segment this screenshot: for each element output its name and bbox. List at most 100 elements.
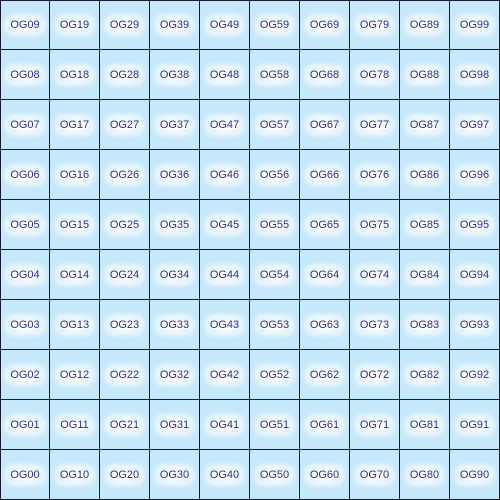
map-tile[interactable]: OG31 — [150, 400, 200, 450]
map-tile[interactable]: OG84 — [400, 250, 450, 300]
map-tile[interactable]: OG20 — [100, 450, 150, 500]
map-tile[interactable]: OG98 — [450, 50, 500, 100]
map-tile[interactable]: OG64 — [300, 250, 350, 300]
map-tile[interactable]: OG12 — [50, 350, 100, 400]
map-tile[interactable]: OG72 — [350, 350, 400, 400]
map-tile[interactable]: OG21 — [100, 400, 150, 450]
map-tile[interactable]: OG57 — [250, 100, 300, 150]
map-tile[interactable]: OG66 — [300, 150, 350, 200]
map-tile[interactable]: OG73 — [350, 300, 400, 350]
map-tile[interactable]: OG60 — [300, 450, 350, 500]
map-tile[interactable]: OG83 — [400, 300, 450, 350]
map-tile[interactable]: OG43 — [200, 300, 250, 350]
map-tile[interactable]: OG39 — [150, 0, 200, 50]
map-tile[interactable]: OG78 — [350, 50, 400, 100]
map-tile[interactable]: OG71 — [350, 400, 400, 450]
map-tile[interactable]: OG68 — [300, 50, 350, 100]
map-tile[interactable]: OG44 — [200, 250, 250, 300]
map-tile[interactable]: OG42 — [200, 350, 250, 400]
map-tile[interactable]: OG36 — [150, 150, 200, 200]
map-tile[interactable]: OG50 — [250, 450, 300, 500]
map-tile[interactable]: OG88 — [400, 50, 450, 100]
map-tile[interactable]: OG16 — [50, 150, 100, 200]
map-tile[interactable]: OG35 — [150, 200, 200, 250]
map-tile[interactable]: OG81 — [400, 400, 450, 450]
map-tile[interactable]: OG03 — [0, 300, 50, 350]
map-tile[interactable]: OG55 — [250, 200, 300, 250]
map-tile[interactable]: OG08 — [0, 50, 50, 100]
map-tile[interactable]: OG45 — [200, 200, 250, 250]
map-tile[interactable]: OG00 — [0, 450, 50, 500]
map-tile[interactable]: OG22 — [100, 350, 150, 400]
map-tile[interactable]: OG91 — [450, 400, 500, 450]
map-tile[interactable]: OG85 — [400, 200, 450, 250]
map-tile[interactable]: OG09 — [0, 0, 50, 50]
map-tile[interactable]: OG89 — [400, 0, 450, 50]
map-tile[interactable]: OG26 — [100, 150, 150, 200]
map-tile[interactable]: OG61 — [300, 400, 350, 450]
map-tile[interactable]: OG80 — [400, 450, 450, 500]
map-tile[interactable]: OG56 — [250, 150, 300, 200]
map-tile[interactable]: OG90 — [450, 450, 500, 500]
map-tile[interactable]: OG86 — [400, 150, 450, 200]
map-tile[interactable]: OG82 — [400, 350, 450, 400]
map-tile[interactable]: OG19 — [50, 0, 100, 50]
map-tile[interactable]: OG97 — [450, 100, 500, 150]
map-tile[interactable]: OG69 — [300, 0, 350, 50]
map-tile[interactable]: OG94 — [450, 250, 500, 300]
map-tile[interactable]: OG37 — [150, 100, 200, 150]
map-tile[interactable]: OG59 — [250, 0, 300, 50]
map-tile[interactable]: OG70 — [350, 450, 400, 500]
map-tile[interactable]: OG77 — [350, 100, 400, 150]
map-tile[interactable]: OG40 — [200, 450, 250, 500]
map-tile[interactable]: OG54 — [250, 250, 300, 300]
map-tile[interactable]: OG87 — [400, 100, 450, 150]
map-tile[interactable]: OG15 — [50, 200, 100, 250]
map-tile[interactable]: OG07 — [0, 100, 50, 150]
map-tile[interactable]: OG10 — [50, 450, 100, 500]
map-tile[interactable]: OG92 — [450, 350, 500, 400]
map-tile[interactable]: OG74 — [350, 250, 400, 300]
map-tile[interactable]: OG47 — [200, 100, 250, 150]
map-tile[interactable]: OG53 — [250, 300, 300, 350]
map-tile[interactable]: OG38 — [150, 50, 200, 100]
map-tile[interactable]: OG99 — [450, 0, 500, 50]
map-tile[interactable]: OG24 — [100, 250, 150, 300]
map-tile[interactable]: OG04 — [0, 250, 50, 300]
map-tile[interactable]: OG49 — [200, 0, 250, 50]
map-tile[interactable]: OG25 — [100, 200, 150, 250]
map-tile[interactable]: OG06 — [0, 150, 50, 200]
map-tile[interactable]: OG51 — [250, 400, 300, 450]
map-tile[interactable]: OG32 — [150, 350, 200, 400]
map-tile[interactable]: OG33 — [150, 300, 200, 350]
map-tile[interactable]: OG17 — [50, 100, 100, 150]
map-tile[interactable]: OG29 — [100, 0, 150, 50]
map-tile[interactable]: OG23 — [100, 300, 150, 350]
map-tile[interactable]: OG67 — [300, 100, 350, 150]
map-tile[interactable]: OG58 — [250, 50, 300, 100]
map-tile[interactable]: OG02 — [0, 350, 50, 400]
map-tile[interactable]: OG28 — [100, 50, 150, 100]
map-tile[interactable]: OG93 — [450, 300, 500, 350]
map-tile[interactable]: OG79 — [350, 0, 400, 50]
map-tile[interactable]: OG95 — [450, 200, 500, 250]
map-tile[interactable]: OG27 — [100, 100, 150, 150]
map-tile[interactable]: OG96 — [450, 150, 500, 200]
map-tile[interactable]: OG76 — [350, 150, 400, 200]
map-tile[interactable]: OG18 — [50, 50, 100, 100]
map-tile[interactable]: OG52 — [250, 350, 300, 400]
map-tile[interactable]: OG34 — [150, 250, 200, 300]
map-tile[interactable]: OG75 — [350, 200, 400, 250]
map-tile[interactable]: OG11 — [50, 400, 100, 450]
map-tile[interactable]: OG46 — [200, 150, 250, 200]
map-tile[interactable]: OG01 — [0, 400, 50, 450]
map-tile[interactable]: OG14 — [50, 250, 100, 300]
map-tile[interactable]: OG05 — [0, 200, 50, 250]
map-tile[interactable]: OG13 — [50, 300, 100, 350]
map-tile[interactable]: OG62 — [300, 350, 350, 400]
map-tile[interactable]: OG63 — [300, 300, 350, 350]
map-tile[interactable]: OG65 — [300, 200, 350, 250]
map-tile[interactable]: OG41 — [200, 400, 250, 450]
map-tile[interactable]: OG48 — [200, 50, 250, 100]
map-tile[interactable]: OG30 — [150, 450, 200, 500]
